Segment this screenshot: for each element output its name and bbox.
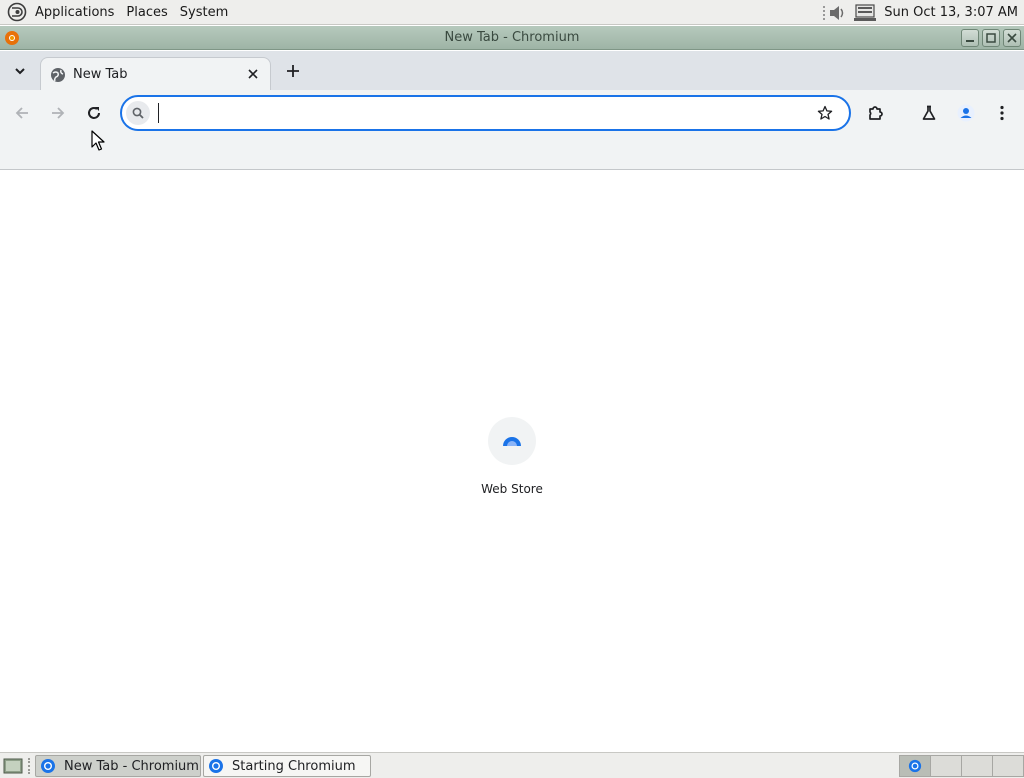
reload-button[interactable]	[80, 99, 108, 127]
omnibox-input[interactable]	[158, 103, 798, 123]
clock[interactable]: Sun Oct 13, 3:07 AM	[880, 5, 1024, 20]
taskbar-item-label: New Tab - Chromium	[64, 758, 199, 774]
network-icon[interactable]	[852, 3, 880, 23]
workspace-3[interactable]	[961, 755, 993, 777]
arrow-left-icon	[15, 107, 28, 119]
menu-button[interactable]	[988, 99, 1016, 127]
workspace-4[interactable]	[992, 755, 1024, 777]
places-menu[interactable]: Places	[120, 5, 173, 20]
taskbar-item-label: Starting Chromium	[232, 758, 356, 774]
tab-close-button[interactable]	[244, 65, 262, 83]
workspace-1[interactable]	[899, 755, 931, 777]
flask-icon	[922, 105, 936, 120]
chromium-icon	[908, 759, 922, 773]
tab-search-button[interactable]	[8, 59, 32, 83]
toolbar-lower-area	[0, 136, 1024, 170]
new-tab-page: Web Store	[0, 171, 1024, 752]
arrow-right-icon	[52, 107, 65, 119]
chevron-down-icon	[15, 68, 25, 75]
window-title: New Tab - Chromium	[444, 30, 580, 45]
address-bar[interactable]	[120, 95, 851, 131]
minimize-icon	[966, 40, 974, 42]
taskbar-item-new-tab-chromium[interactable]: New Tab - Chromium	[35, 755, 201, 777]
shortcut-web-store[interactable]: Web Store	[472, 417, 552, 507]
chromium-icon	[209, 759, 223, 773]
tab-strip: New Tab	[0, 51, 1024, 90]
browser-toolbar	[0, 90, 1024, 136]
maximize-button[interactable]	[982, 29, 1000, 47]
reload-icon	[88, 107, 100, 119]
extensions-button[interactable]	[862, 99, 890, 127]
tab-title: New Tab	[73, 67, 128, 82]
web-store-icon	[503, 437, 521, 446]
bookmark-star-button[interactable]	[815, 103, 835, 123]
applications-menu[interactable]: Applications	[29, 5, 120, 20]
kebab-menu-icon	[1000, 105, 1004, 121]
search-icon	[132, 107, 144, 119]
omnibox-search-chip[interactable]	[126, 101, 150, 125]
puzzle-piece-icon	[869, 106, 883, 120]
profile-button[interactable]	[952, 99, 980, 127]
minimize-button[interactable]	[961, 29, 979, 47]
bottom-panel: New Tab - Chromium Starting Chromium	[0, 752, 1024, 778]
star-icon	[817, 105, 833, 120]
taskbar-item-starting-chromium[interactable]: Starting Chromium	[203, 755, 371, 777]
panel-tray: Sun Oct 13, 3:07 AM	[822, 0, 1024, 25]
mouse-cursor-icon	[91, 130, 105, 151]
back-button[interactable]	[8, 99, 36, 127]
labs-button[interactable]	[915, 99, 943, 127]
distro-logo-icon[interactable]	[7, 2, 27, 22]
close-window-button[interactable]	[1003, 29, 1021, 47]
shortcut-tile[interactable]	[488, 417, 536, 465]
system-menu[interactable]: System	[174, 5, 234, 20]
panel-drag-handle[interactable]	[28, 758, 32, 774]
show-desktop-icon[interactable]	[3, 757, 23, 775]
tab-new-tab[interactable]: New Tab	[40, 57, 271, 90]
chromium-icon	[41, 759, 55, 773]
window-titlebar[interactable]: New Tab - Chromium	[0, 26, 1024, 50]
panel-menu-bar: Applications Places System	[0, 0, 234, 25]
globe-icon	[51, 68, 65, 82]
plus-icon	[287, 65, 299, 77]
text-caret	[158, 103, 159, 123]
close-icon	[248, 69, 258, 79]
workspace-2[interactable]	[930, 755, 962, 777]
shortcut-label: Web Store	[481, 482, 543, 496]
forward-button[interactable]	[44, 99, 72, 127]
workspace-switcher	[899, 755, 1024, 777]
close-icon	[1007, 33, 1017, 43]
maximize-icon	[986, 33, 996, 43]
volume-icon[interactable]	[822, 3, 848, 23]
new-tab-button[interactable]	[281, 59, 305, 83]
avatar-icon	[957, 104, 975, 122]
window-controls	[961, 29, 1021, 47]
top-panel: Applications Places System Sun Oct 13, 3…	[0, 0, 1024, 25]
